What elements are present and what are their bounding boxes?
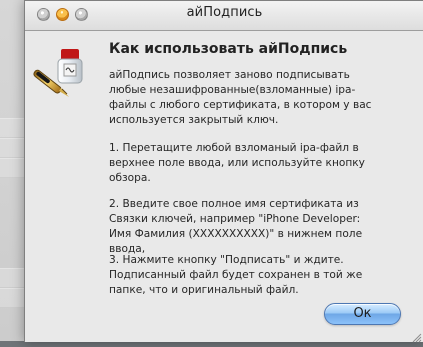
intro-text: айПодпись позволяет заново подписывать л… xyxy=(109,69,372,126)
step-1-text: 1. Перетащите любой взломаный ipa-файл в… xyxy=(109,142,365,184)
ok-button[interactable]: Ок xyxy=(324,303,401,325)
titlebar: айПодпись xyxy=(25,1,423,31)
dialog-content: Как использовать айПодпись айПодпись поз… xyxy=(25,31,423,343)
help-dialog-window: айПодпись Как использовать айПодпись айП… xyxy=(24,0,423,343)
resize-grip-icon[interactable] xyxy=(410,328,422,343)
dialog-title: Как использовать айПодпись xyxy=(109,41,348,57)
step-3-text: 3. Нажмите кнопку "Подписать" и ждите. П… xyxy=(109,254,363,296)
step-2-text: 2. Введите свое полное имя сертификата и… xyxy=(109,198,363,255)
ink-pen-icon xyxy=(31,39,89,97)
window-title: айПодпись xyxy=(186,5,263,20)
